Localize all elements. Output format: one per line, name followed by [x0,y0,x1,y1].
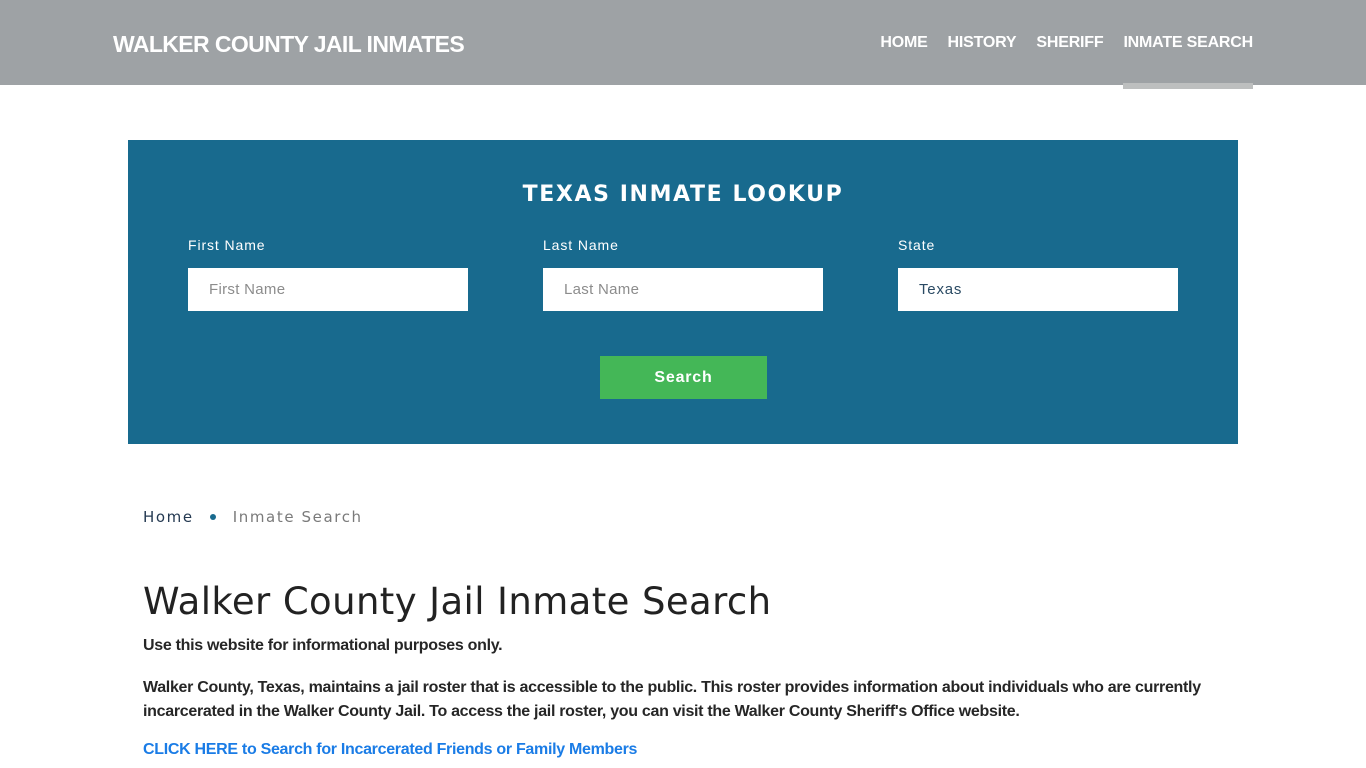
nav-item-home[interactable]: HOME [880,0,927,85]
nav-item-inmate-search[interactable]: INMATE SEARCH [1123,0,1253,89]
page-title: Walker County Jail Inmate Search [143,580,772,623]
lookup-title: TEXAS INMATE LOOKUP [522,182,844,207]
last-name-label: Last Name [543,237,619,253]
first-name-field-group: First Name [188,237,468,311]
nav-item-history[interactable]: HISTORY [948,0,1017,85]
search-button[interactable]: Search [600,356,767,399]
inmate-lookup-panel: TEXAS INMATE LOOKUP First Name Last Name… [128,140,1238,444]
last-name-input[interactable] [543,268,823,311]
breadcrumb: Home Inmate Search [143,507,363,527]
breadcrumb-current: Inmate Search [232,508,363,526]
breadcrumb-separator-dot-icon [209,514,216,520]
site-brand-link[interactable]: WALKER COUNTY JAIL INMATES [113,30,465,58]
first-name-label: First Name [188,237,266,253]
state-select[interactable]: Texas [898,268,1178,311]
breadcrumb-home-link[interactable]: Home [143,507,194,527]
last-name-field-group: Last Name [543,237,823,311]
first-name-input[interactable] [188,268,468,311]
state-selected-value: Texas [919,281,963,298]
main-nav: HOME HISTORY SHERIFF INMATE SEARCH [860,0,1253,89]
site-header: WALKER COUNTY JAIL INMATES HOME HISTORY … [0,0,1366,89]
disclaimer-text: Use this website for informational purpo… [143,637,503,654]
search-family-members-link[interactable]: CLICK HERE to Search for Incarcerated Fr… [143,740,637,760]
state-label: State [898,237,936,253]
state-field-group: State Texas [898,237,1178,311]
intro-paragraph: Walker County, Texas, maintains a jail r… [143,679,1201,720]
nav-item-sheriff[interactable]: SHERIFF [1036,0,1103,85]
